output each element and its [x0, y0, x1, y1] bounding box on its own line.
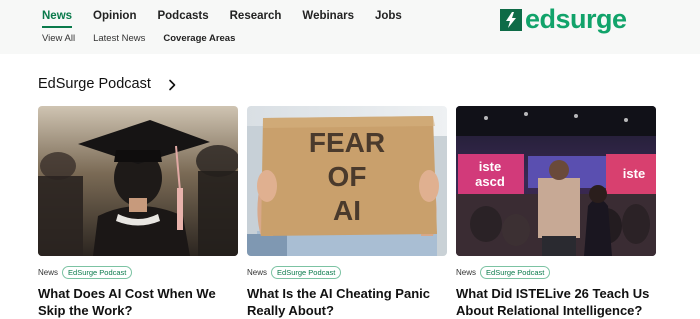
nav-opinion[interactable]: Opinion	[93, 10, 136, 28]
nav-webinars[interactable]: Webinars	[302, 10, 354, 28]
category-label[interactable]: News	[247, 268, 267, 277]
card-meta: News EdSurge Podcast	[38, 266, 133, 279]
subnav-latest-news[interactable]: Latest News	[93, 33, 145, 44]
article-title[interactable]: What Does AI Cost When We Skip the Work?	[38, 285, 243, 319]
nav-jobs[interactable]: Jobs	[375, 10, 402, 28]
nav-research[interactable]: Research	[230, 10, 282, 28]
primary-nav: News Opinion Podcasts Research Webinars …	[42, 10, 423, 28]
screen-text-right: iste	[623, 166, 645, 181]
fear-of-ai-sign-photo[interactable]: FEAR OF AI	[247, 106, 447, 256]
article-card[interactable]: News EdSurge Podcast What Does AI Cost W…	[38, 106, 238, 318]
iste-conference-photo[interactable]: iste ascd iste	[456, 106, 656, 256]
sign-text-fear: FEAR	[309, 127, 385, 158]
podcast-badge[interactable]: EdSurge Podcast	[271, 266, 342, 279]
podcast-badge[interactable]: EdSurge Podcast	[62, 266, 133, 279]
category-label[interactable]: News	[456, 268, 476, 277]
category-label[interactable]: News	[38, 268, 58, 277]
site-header: News Opinion Podcasts Research Webinars …	[0, 0, 700, 54]
subnav-view-all[interactable]: View All	[42, 33, 75, 44]
nav-podcasts[interactable]: Podcasts	[157, 10, 208, 28]
secondary-nav: View All Latest News Coverage Areas	[42, 33, 253, 44]
lightning-bolt-icon	[500, 8, 522, 31]
graduate-cap-photo[interactable]	[38, 106, 238, 256]
logo-wordmark: edsurge	[525, 4, 627, 34]
section-title: EdSurge Podcast	[38, 76, 151, 92]
screen-text-left-line1: iste	[479, 159, 501, 174]
screen-text-left-line2: ascd	[475, 174, 505, 189]
article-card[interactable]: iste ascd iste News EdSurge Podcast What…	[456, 106, 656, 318]
sign-text-of: OF	[328, 161, 367, 192]
subnav-coverage-areas[interactable]: Coverage Areas	[163, 33, 235, 44]
article-title[interactable]: What Is the AI Cheating Panic Really Abo…	[247, 285, 452, 319]
card-meta: News EdSurge Podcast	[456, 266, 551, 279]
card-meta: News EdSurge Podcast	[247, 266, 342, 279]
edsurge-logo[interactable]: edsurge	[500, 6, 627, 33]
section-header: EdSurge Podcast	[38, 76, 177, 92]
chevron-right-icon[interactable]	[167, 78, 177, 91]
article-title[interactable]: What Did ISTELive 26 Teach Us About Rela…	[456, 285, 661, 319]
sign-text-ai: AI	[333, 195, 361, 226]
nav-news[interactable]: News	[42, 10, 73, 28]
podcast-badge[interactable]: EdSurge Podcast	[480, 266, 551, 279]
article-card[interactable]: FEAR OF AI News EdSurge Podcast What Is …	[247, 106, 447, 318]
